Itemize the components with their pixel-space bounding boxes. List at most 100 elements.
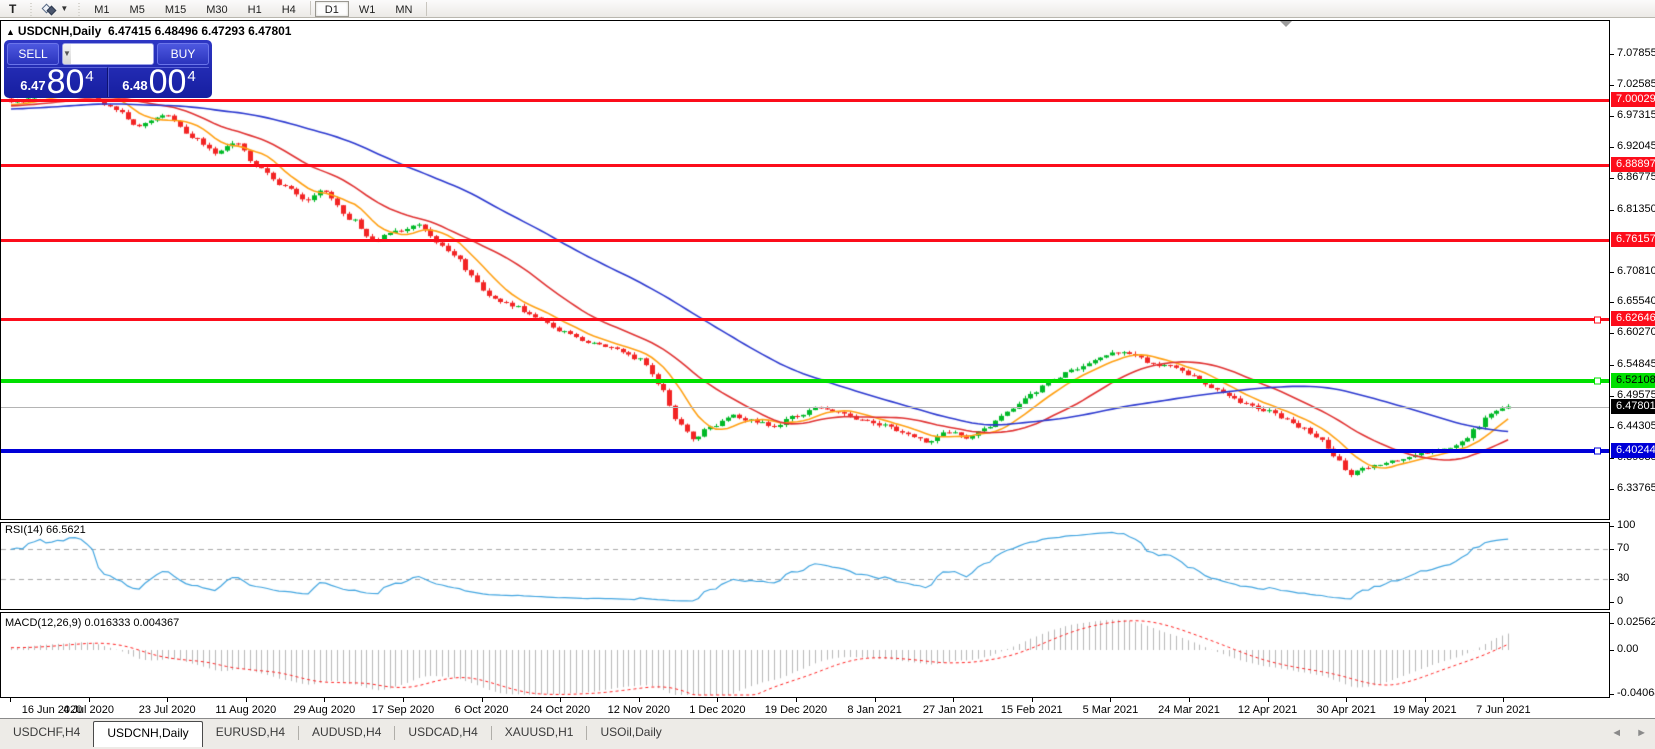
date-axis-tick (560, 698, 562, 702)
sell-price-prefix: 6.47 (20, 78, 46, 93)
rsi-axis-tick (1610, 548, 1614, 550)
price-axis-label: 6.86775 (1617, 170, 1655, 183)
price-axis-tick (1610, 54, 1614, 56)
level-line-6.62646[interactable] (1, 316, 1609, 324)
tab-audusd-h4[interactable]: AUDUSD,H4 (299, 721, 394, 745)
toolbar-separator (426, 1, 428, 16)
candlestick-chart-canvas[interactable] (1, 21, 1609, 519)
date-axis-tick (638, 698, 640, 702)
line-drag-handle[interactable] (1594, 447, 1601, 455)
price-level-label-7.00029: 7.00029 (1611, 91, 1655, 107)
sell-price-pip: 4 (85, 68, 94, 85)
buy-button[interactable]: BUY (157, 43, 209, 65)
top-toolbar: T ▼ M1 M5 M15 M30 H1 H4 D1 W1 MN (0, 0, 1655, 18)
level-line-6.88897[interactable] (1, 164, 1609, 168)
price-chart-panel (0, 20, 1610, 520)
buy-price-pip: 4 (187, 68, 196, 85)
timeframe-button-h1[interactable]: H1 (238, 1, 272, 17)
price-axis-label: 6.65540 (1617, 295, 1655, 308)
timeframe-button-m30[interactable]: M30 (196, 1, 237, 17)
tab-eurusd-h4[interactable]: EURUSD,H4 (203, 721, 298, 745)
level-line-7.00029[interactable] (1, 98, 1609, 102)
rsi-chart-canvas[interactable] (1, 523, 1609, 609)
chart-ohlc-readout: 6.47415 6.48496 6.47293 6.47801 (107, 24, 292, 38)
one-click-collapse-icon[interactable]: ▲ (6, 27, 15, 37)
rsi-axis-tick (1610, 602, 1614, 603)
timeframe-button-m5[interactable]: M5 (120, 1, 155, 17)
price-axis-tick (1610, 209, 1614, 211)
tab-usdcnh-daily[interactable]: USDCNH,Daily (93, 721, 203, 747)
chart-shift-marker[interactable] (1280, 21, 1292, 27)
tab-scroll-left-icon[interactable]: ◄ (1611, 727, 1622, 739)
tab-scroll-buttons: ◄ ► (1611, 727, 1647, 739)
price-axis-label: 7.02585 (1617, 77, 1655, 90)
macd-label: MACD(12,26,9) 0.016333 0.004367 (5, 617, 180, 629)
macd-chart-canvas[interactable] (1, 613, 1609, 697)
toolbar-grip (27, 1, 35, 16)
tab-usdcad-h4[interactable]: USDCAD,H4 (395, 721, 490, 745)
timeframe-button-m1[interactable]: M1 (84, 1, 119, 17)
chart-symbol-label: USDCNH,Daily (17, 24, 102, 38)
sell-button[interactable]: SELL (7, 43, 59, 65)
chevron-down-icon[interactable]: ▼ (60, 4, 68, 13)
price-level-label-6.40244: 6.40244 (1611, 443, 1655, 458)
macd-axis-label: 0.00 (1617, 643, 1639, 655)
price-axis-label: 6.70810 (1617, 264, 1655, 277)
text-tool-button[interactable]: T (0, 1, 25, 17)
timeframe-button-h4[interactable]: H4 (272, 1, 306, 17)
timeframe-button-m15[interactable]: M15 (155, 1, 196, 17)
macd-axis-tick (1610, 622, 1614, 624)
price-axis-tick (1610, 302, 1614, 304)
volume-stepper: ▼ ▲ (62, 43, 154, 65)
sell-price[interactable]: 6.47 80 4 (7, 63, 108, 101)
timeframe-button-w1[interactable]: W1 (349, 1, 386, 17)
line-drag-handle[interactable] (1594, 377, 1601, 385)
date-axis-tick (1031, 698, 1033, 702)
price-axis-tick (1610, 271, 1614, 273)
tab-xauusd-h1[interactable]: XAUUSD,H1 (492, 721, 587, 745)
date-axis-tick (1503, 698, 1505, 702)
price-axis-label: 6.60270 (1617, 326, 1655, 339)
date-axis-tick (10, 698, 11, 702)
price-level-label-6.88897: 6.88897 (1611, 157, 1655, 173)
date-axis-tick (245, 698, 247, 702)
volume-decrease-button[interactable]: ▼ (63, 44, 71, 64)
price-axis-tick (1610, 365, 1614, 367)
date-axis[interactable]: 16 Jun 2020 4 Jul 2020 23 Jul 2020 11 Aug 2… (0, 698, 1655, 718)
timeframe-buttons: M1 M5 M15 M30 H1 H4 D1 W1 MN (84, 0, 422, 17)
tab-scroll-right-icon[interactable]: ► (1636, 727, 1647, 739)
buy-price[interactable]: 6.48 00 4 (108, 65, 209, 99)
price-level-label-6.52108: 6.52108 (1611, 373, 1655, 389)
tab-usdchf-h4[interactable]: USDCHF,H4 (0, 721, 93, 745)
price-axis-tick (1610, 146, 1614, 148)
price-axis-tick (1610, 427, 1614, 429)
price-axis-label: 6.97315 (1617, 108, 1655, 121)
date-axis-tick (88, 698, 90, 702)
date-axis-label: 7 Jun 2021 (1476, 704, 1531, 716)
chart-tab-bar: ◄ ► USDCHF,H4 USDCNH,Daily EURUSD,H4 AUDUSD… (0, 718, 1655, 749)
date-axis-tick (717, 698, 719, 702)
rsi-axis-tick (1610, 579, 1614, 581)
timeframe-button-mn[interactable]: MN (385, 1, 422, 17)
rsi-axis-label: 70 (1617, 541, 1630, 554)
timeframe-button-d1[interactable]: D1 (314, 0, 349, 17)
level-line-6.40244[interactable] (1, 447, 1609, 455)
price-axis-tick (1610, 177, 1614, 179)
price-level-label-6.62646: 6.62646 (1611, 311, 1655, 327)
rsi-axis-tick (1610, 526, 1614, 527)
level-line-6.52108[interactable] (1, 377, 1609, 385)
price-axis-label: 6.92045 (1617, 139, 1655, 152)
date-axis-tick (874, 698, 876, 702)
level-line-6.76157[interactable] (1, 239, 1609, 243)
date-axis-tick (1424, 698, 1426, 702)
line-drag-handle[interactable] (1594, 316, 1601, 324)
sell-price-big: 80 (46, 63, 85, 101)
macd-axis-label: 0.025623 (1617, 615, 1655, 628)
volume-input[interactable] (70, 44, 153, 64)
rsi-panel (0, 522, 1610, 610)
price-axis-label: 6.54845 (1617, 358, 1655, 371)
tab-usoil-daily[interactable]: USOil,Daily (587, 721, 674, 745)
price-axis-label: 6.33765 (1617, 482, 1655, 495)
styles-icon[interactable] (41, 2, 58, 16)
current-price-line[interactable] (1, 406, 1609, 408)
